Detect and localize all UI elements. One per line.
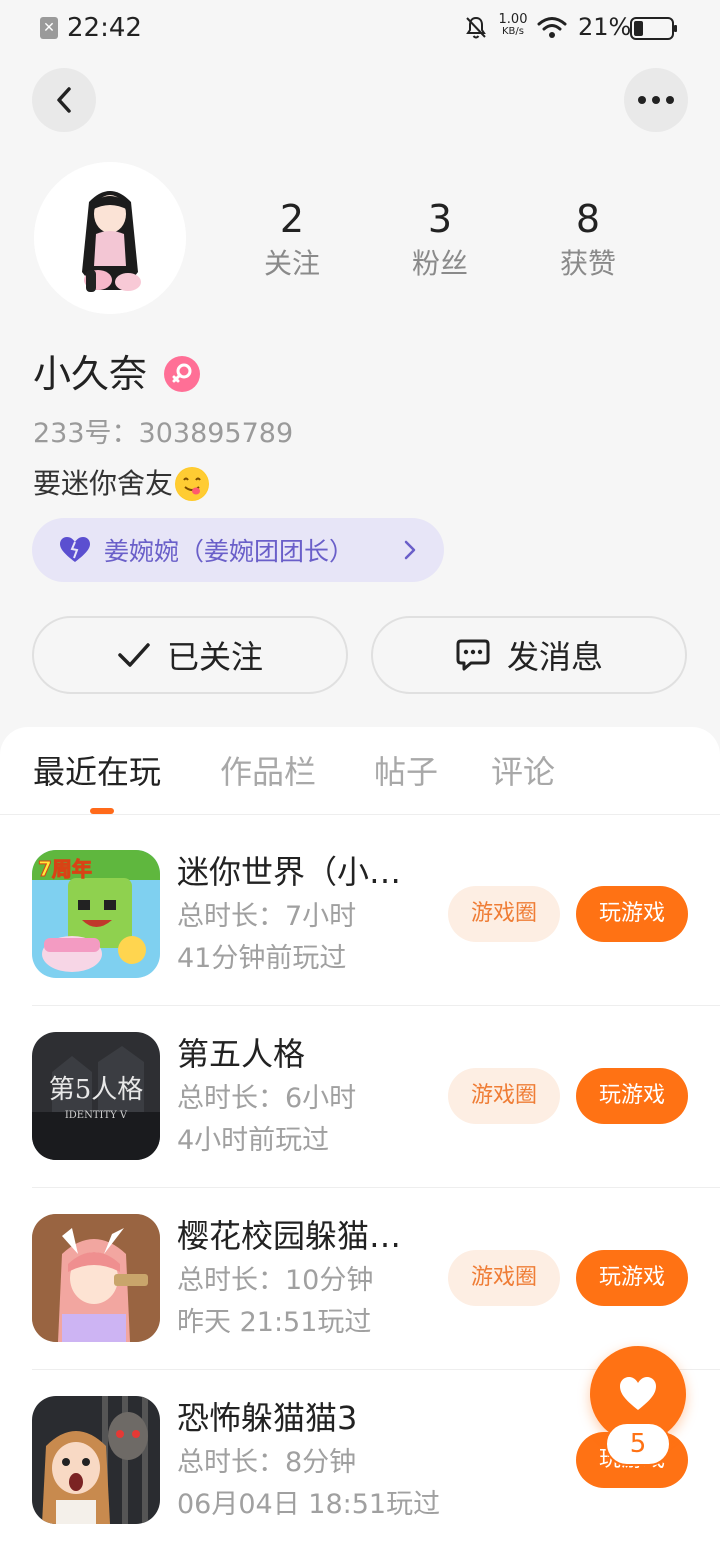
game-last-played: 06月04日 18:51玩过 bbox=[177, 1489, 441, 1520]
net-speed-value: 1.00 bbox=[498, 12, 528, 27]
username: 小久奈 bbox=[33, 352, 148, 396]
game-icon-image: 第5人格 IDENTITY V bbox=[32, 1032, 160, 1160]
game-icon[interactable]: 第5人格 IDENTITY V bbox=[32, 1032, 160, 1160]
female-icon bbox=[172, 363, 192, 383]
tab-bar: 最近在玩 作品栏 帖子 评论 bbox=[0, 727, 720, 815]
game-row[interactable]: 7周年 迷你世界（小… 总时长：7小时 41分钟前玩过 游戏圈 玩游戏 bbox=[32, 824, 720, 1006]
net-speed: 1.00 KB/s bbox=[496, 12, 530, 38]
group-name: 姜婉婉（姜婉团团长） bbox=[104, 537, 355, 566]
game-title: 迷你世界（小… bbox=[177, 853, 402, 891]
game-duration: 总时长：8分钟 bbox=[177, 1447, 357, 1478]
avatar-image bbox=[34, 162, 186, 314]
message-label: 发消息 bbox=[506, 638, 603, 676]
game-circle-button[interactable]: 游戏圈 bbox=[448, 886, 560, 942]
game-icon-image: 7周年 bbox=[32, 850, 160, 978]
play-game-button[interactable]: 玩游戏 bbox=[576, 886, 688, 942]
game-icon-image bbox=[32, 1214, 160, 1342]
avatar[interactable] bbox=[34, 162, 186, 314]
game-circle-button[interactable]: 游戏圈 bbox=[448, 1250, 560, 1306]
followed-label: 已关注 bbox=[166, 638, 263, 676]
game-row[interactable]: 第5人格 IDENTITY V 第五人格 总时长：6小时 4小时前玩过 游戏圈 … bbox=[32, 1006, 720, 1188]
game-icon[interactable]: 7周年 bbox=[32, 850, 160, 978]
stat-value: 2 bbox=[279, 197, 305, 241]
bio: 要迷你舍友 bbox=[33, 462, 210, 506]
wifi-icon bbox=[537, 17, 567, 38]
stat-label: 关注 bbox=[263, 247, 320, 280]
game-title: 第五人格 bbox=[177, 1035, 306, 1073]
game-icon[interactable] bbox=[32, 1214, 160, 1342]
game-icon-text: 7周年 bbox=[38, 857, 92, 881]
stat-value: 8 bbox=[575, 197, 601, 241]
game-duration: 总时长：7小时 bbox=[177, 901, 357, 932]
user-id: 233号：303895789 bbox=[33, 418, 294, 449]
game-last-played: 昨天 21:51玩过 bbox=[177, 1307, 372, 1338]
stat-value: 3 bbox=[427, 197, 453, 241]
followed-button[interactable]: 已关注 bbox=[32, 616, 348, 694]
gender-badge bbox=[164, 356, 200, 392]
game-icon-text: 第5人格 bbox=[49, 1075, 144, 1105]
battery-icon bbox=[630, 17, 677, 40]
stat-likes[interactable]: 8 获赞 bbox=[533, 196, 643, 286]
game-duration: 总时长：6小时 bbox=[177, 1083, 357, 1114]
stat-label: 获赞 bbox=[559, 247, 616, 280]
game-icon[interactable] bbox=[32, 1396, 160, 1524]
bio-text: 要迷你舍友 bbox=[33, 467, 174, 500]
more-button[interactable] bbox=[624, 68, 688, 132]
status-bar: ✕ 22:42 1.00 KB/s 21% bbox=[0, 0, 720, 58]
game-duration: 总时长：10分钟 bbox=[177, 1265, 374, 1296]
tab-comments[interactable]: 评论 bbox=[491, 749, 555, 795]
message-button[interactable]: 发消息 bbox=[371, 616, 687, 694]
battery-percent: 21% bbox=[578, 13, 632, 41]
tab-works[interactable]: 作品栏 bbox=[220, 749, 316, 795]
chevron-right-icon bbox=[404, 540, 416, 560]
heart-icon bbox=[620, 1377, 656, 1410]
yum-emoji-icon bbox=[175, 467, 210, 501]
like-count: 5 bbox=[605, 1422, 671, 1466]
more-dots-icon bbox=[638, 96, 674, 104]
tab-indicator bbox=[90, 808, 114, 814]
game-icon-subtext: IDENTITY V bbox=[65, 1110, 128, 1121]
game-row[interactable]: 樱花校园躲猫… 总时长：10分钟 昨天 21:51玩过 游戏圈 玩游戏 bbox=[32, 1188, 720, 1370]
stat-label: 粉丝 bbox=[411, 247, 468, 280]
game-title: 樱花校园躲猫… bbox=[177, 1217, 402, 1255]
heart-icon bbox=[60, 537, 90, 562]
mute-bell-icon bbox=[466, 16, 486, 39]
tab-recent[interactable]: 最近在玩 bbox=[33, 749, 161, 795]
game-icon-image bbox=[32, 1396, 160, 1524]
game-last-played: 4小时前玩过 bbox=[177, 1125, 330, 1156]
stat-fans[interactable]: 3 粉丝 bbox=[385, 196, 495, 286]
game-circle-button[interactable]: 游戏圈 bbox=[448, 1068, 560, 1124]
sim-icon: ✕ bbox=[40, 17, 58, 39]
back-button[interactable] bbox=[32, 68, 96, 132]
chevron-left-icon bbox=[57, 87, 71, 113]
play-game-button[interactable]: 玩游戏 bbox=[576, 1250, 688, 1306]
game-last-played: 41分钟前玩过 bbox=[177, 943, 347, 974]
chat-bubble-icon bbox=[456, 639, 490, 671]
tab-posts[interactable]: 帖子 bbox=[374, 749, 438, 795]
stat-following[interactable]: 2 关注 bbox=[237, 196, 347, 286]
check-icon bbox=[118, 643, 150, 667]
group-badge[interactable]: 姜婉婉（姜婉团团长） bbox=[32, 518, 444, 582]
game-title: 恐怖躲猫猫3 bbox=[177, 1399, 358, 1437]
net-speed-unit: KB/s bbox=[502, 26, 524, 37]
play-game-button[interactable]: 玩游戏 bbox=[576, 1068, 688, 1124]
status-time: 22:42 bbox=[67, 13, 142, 43]
